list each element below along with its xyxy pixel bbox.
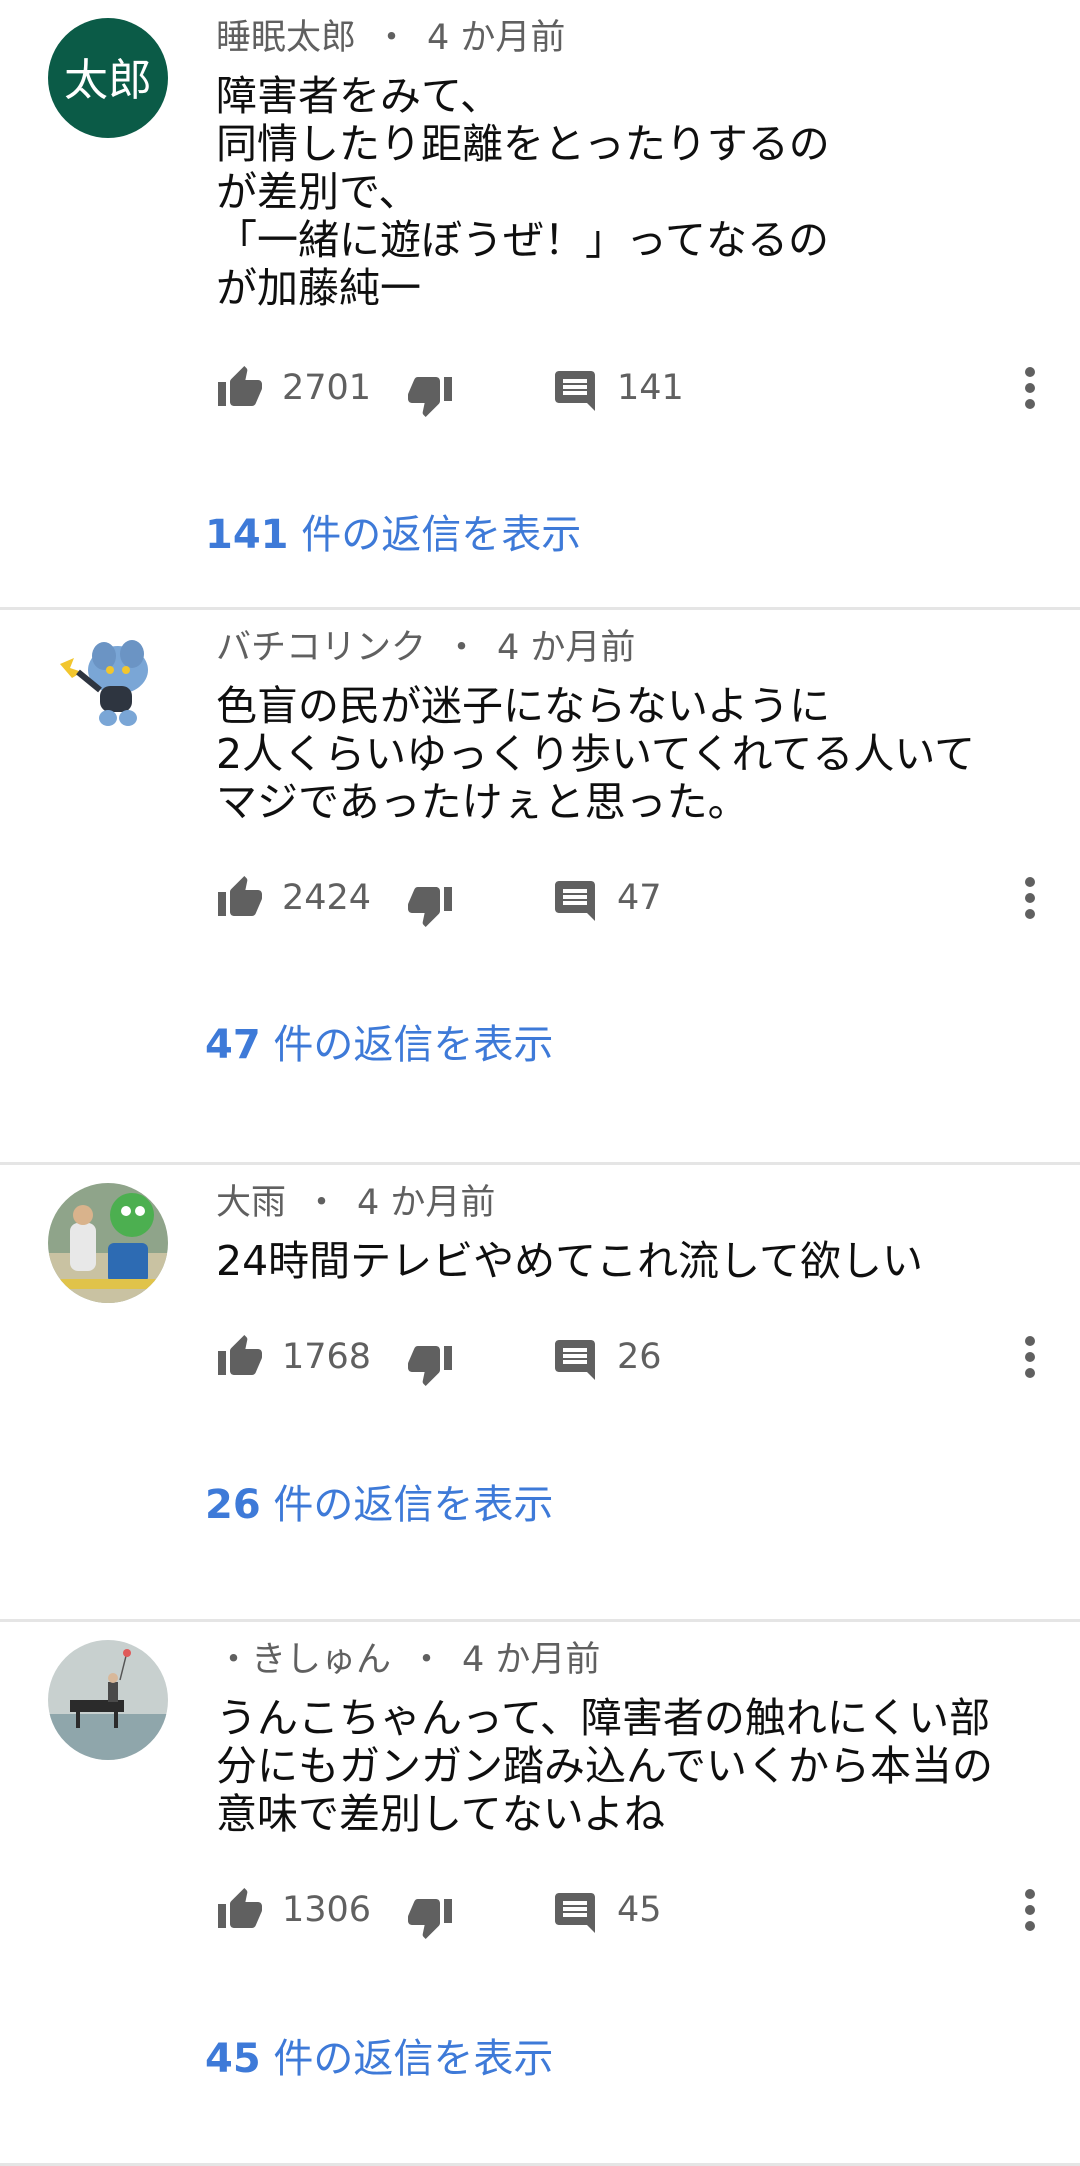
comment-thread: 大雨・ 4 か月前 24時間テレビやめてこれ流して欲しい 1768 26 26 件…: [0, 1165, 1080, 1622]
avatar-text: 太郎: [64, 55, 152, 106]
author-name[interactable]: 睡眠太郎: [216, 18, 356, 58]
more-options-button[interactable]: [1010, 1880, 1050, 1940]
comment-line: マジであったけぇと思った。: [216, 778, 749, 826]
reply-count: 47: [617, 878, 662, 918]
thumb-down-icon: [408, 887, 452, 927]
avatar[interactable]: [48, 628, 168, 748]
replies-number: 26: [205, 1482, 261, 1528]
dislike-button[interactable]: [406, 1327, 454, 1387]
comment-thread: 太郎 睡眠太郎・ 4 か月前 障害者をみて、 同情したり距離をとったりするの が差…: [0, 0, 1080, 610]
like-button[interactable]: 2701: [216, 358, 371, 418]
comment-meta: バチコリンク・ 4 か月前: [216, 624, 635, 672]
comment-line: が加藤純一: [216, 264, 421, 312]
author-name[interactable]: ・きしゅん: [216, 1640, 391, 1680]
avatar[interactable]: [48, 1640, 168, 1760]
comment-meta: ・きしゅん・ 4 か月前: [216, 1636, 600, 1684]
thumb-up-icon: [218, 1888, 262, 1928]
thumb-up-icon: [218, 366, 262, 406]
comment-actions: 1768 26: [216, 1327, 1050, 1387]
comment-text: 24時間テレビやめてこれ流して欲しい: [216, 1237, 1036, 1285]
thumb-down-icon: [408, 1346, 452, 1386]
dislike-button[interactable]: [406, 1880, 454, 1940]
reply-count: 45: [617, 1890, 662, 1930]
comment-line: 意味で差別してないよね: [216, 1790, 665, 1838]
reply-button[interactable]: 141: [551, 358, 684, 418]
view-replies-link[interactable]: 26 件の返信を表示: [205, 1480, 553, 1530]
separator: ・: [304, 1183, 340, 1223]
more-options-button[interactable]: [1010, 358, 1050, 418]
view-replies-link[interactable]: 141 件の返信を表示: [205, 510, 581, 560]
thumb-up-icon: [218, 1335, 262, 1375]
comment-text: 障害者をみて、 同情したり距離をとったりするの が差別で、 「一緒に遊ぼうぜ！」…: [216, 72, 1036, 312]
comment-icon: [555, 1340, 595, 1380]
like-button[interactable]: 2424: [216, 868, 371, 928]
avatar[interactable]: 太郎: [48, 18, 168, 138]
separator: ・: [374, 18, 410, 58]
like-count: 2701: [282, 368, 372, 408]
like-count: 1768: [282, 1337, 372, 1377]
comment-text: 色盲の民が迷子にならないように 2人くらいゆっくり歩いてくれてる人いて マジであ…: [216, 682, 1036, 826]
replies-number: 45: [205, 2036, 261, 2082]
comment-meta: 大雨・ 4 か月前: [216, 1179, 495, 1227]
comment-line: 色盲の民が迷子にならないように: [216, 682, 831, 730]
thumb-down-icon: [408, 377, 452, 417]
comment-time: 4 か月前: [357, 1183, 496, 1223]
thumb-down-icon: [408, 1899, 452, 1939]
more-vert-icon: [1025, 1889, 1035, 1931]
replies-number: 141: [205, 512, 289, 558]
thumb-up-icon: [218, 876, 262, 916]
like-count: 1306: [282, 1890, 372, 1930]
dislike-button[interactable]: [406, 358, 454, 418]
comment-line: 分にもガンガン踏み込んでいくから本当の: [216, 1742, 993, 1790]
reply-button[interactable]: 26: [551, 1327, 662, 1387]
author-name[interactable]: 大雨: [216, 1183, 286, 1223]
comment-line: が差別で、: [216, 168, 420, 216]
more-options-button[interactable]: [1010, 1327, 1050, 1387]
comment-line: 障害者をみて、: [216, 72, 501, 120]
like-button[interactable]: 1768: [216, 1327, 371, 1387]
separator: ・: [409, 1640, 445, 1680]
reply-button[interactable]: 45: [551, 1880, 662, 1940]
replies-label: 件の返信を表示: [288, 512, 582, 558]
reply-count: 141: [617, 368, 684, 408]
comment-thread: ・きしゅん・ 4 か月前 うんこちゃんって、障害者の触れにくい部 分にもガンガン踏…: [0, 1622, 1080, 2166]
comment-meta: 睡眠太郎・ 4 か月前: [216, 14, 565, 62]
like-count: 2424: [282, 878, 372, 918]
more-vert-icon: [1025, 367, 1035, 409]
more-options-button[interactable]: [1010, 868, 1050, 928]
like-button[interactable]: 1306: [216, 1880, 371, 1940]
comment-actions: 1306 45: [216, 1880, 1050, 1940]
comment-line: 24時間テレビやめてこれ流して欲しい: [216, 1237, 923, 1285]
more-vert-icon: [1025, 1336, 1035, 1378]
replies-label: 件の返信を表示: [260, 1022, 554, 1068]
separator: ・: [444, 628, 480, 668]
view-replies-link[interactable]: 47 件の返信を表示: [205, 1020, 553, 1070]
comment-actions: 2424 47: [216, 868, 1050, 928]
author-name[interactable]: バチコリンク: [216, 628, 426, 668]
comment-time: 4 か月前: [462, 1640, 601, 1680]
comment-icon: [555, 881, 595, 921]
more-vert-icon: [1025, 877, 1035, 919]
avatar[interactable]: [48, 1183, 168, 1303]
reply-count: 26: [617, 1337, 662, 1377]
comment-time: 4 か月前: [427, 18, 566, 58]
comment-line: うんこちゃんって、障害者の触れにくい部: [216, 1694, 991, 1742]
replies-number: 47: [205, 1022, 261, 1068]
comment-line: 同情したり距離をとったりするの: [216, 120, 830, 168]
comment-line: 「一緒に遊ぼうぜ！」ってなるの: [216, 216, 829, 264]
comment-time: 4 か月前: [497, 628, 636, 668]
comment-thread: バチコリンク・ 4 か月前 色盲の民が迷子にならないように 2人くらいゆっくり歩い…: [0, 610, 1080, 1165]
dislike-button[interactable]: [406, 868, 454, 928]
comment-line: 2人くらいゆっくり歩いてくれてる人いて: [216, 730, 976, 778]
replies-label: 件の返信を表示: [260, 1482, 554, 1528]
comment-actions: 2701 141: [216, 358, 1050, 418]
comment-icon: [555, 371, 595, 411]
replies-label: 件の返信を表示: [260, 2036, 554, 2082]
reply-button[interactable]: 47: [551, 868, 662, 928]
comment-text: うんこちゃんって、障害者の触れにくい部 分にもガンガン踏み込んでいくから本当の …: [216, 1694, 1036, 1838]
view-replies-link[interactable]: 45 件の返信を表示: [205, 2034, 553, 2084]
comment-icon: [555, 1893, 595, 1933]
